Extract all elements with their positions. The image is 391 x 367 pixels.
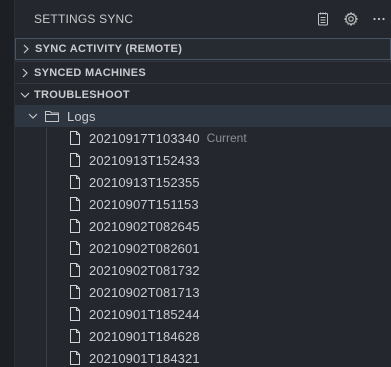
- tree-file-log[interactable]: 20210913T152355: [15, 171, 391, 193]
- section-title: TROUBLESHOOT: [34, 88, 130, 101]
- file-label: 20210913T152433: [89, 152, 200, 168]
- file-icon: [67, 284, 83, 300]
- file-label: 20210902T082601: [89, 240, 200, 256]
- chevron-down-icon: [25, 108, 41, 124]
- file-label: 20210902T082645: [89, 218, 200, 234]
- file-label: 20210902T081732: [89, 262, 200, 278]
- section-synced-machines[interactable]: SYNCED MACHINES: [15, 61, 391, 83]
- section-title: SYNCED MACHINES: [34, 66, 147, 79]
- tree-file-log[interactable]: 20210913T152433: [15, 149, 391, 171]
- tree-file-log[interactable]: 20210902T082601: [15, 237, 391, 259]
- gear-icon: [343, 11, 359, 27]
- section-title: SYNC ACTIVITY (REMOTE): [35, 43, 183, 55]
- activity-bar-edge: [0, 0, 15, 367]
- file-icon: [67, 350, 83, 366]
- more-actions-button[interactable]: [367, 7, 391, 31]
- section-sync-activity-remote[interactable]: SYNC ACTIVITY (REMOTE): [15, 38, 391, 60]
- tree-file-log[interactable]: 20210901T184321: [15, 347, 391, 367]
- file-icon: [67, 218, 83, 234]
- tree-file-log[interactable]: 20210902T081732: [15, 259, 391, 281]
- file-label: 20210917T103340: [89, 130, 200, 146]
- configure-button[interactable]: [339, 7, 363, 31]
- file-label: 20210901T184321: [89, 350, 200, 366]
- view-actions: [307, 0, 391, 38]
- file-icon: [67, 240, 83, 256]
- chevron-right-icon: [18, 41, 34, 57]
- file-description: Current: [206, 131, 247, 145]
- indent-guide: [46, 128, 47, 367]
- settings-sync-view: SETTINGS SYNC SYNC ACTIVITY (REMOTE) SYN…: [15, 0, 391, 367]
- file-label: 20210907T151153: [89, 196, 199, 212]
- file-label: 20210901T185244: [89, 306, 200, 322]
- tree-folder-logs[interactable]: Logs: [15, 105, 391, 127]
- chevron-down-icon: [17, 87, 33, 103]
- folder-icon: [44, 108, 60, 124]
- folder-label: Logs: [67, 108, 96, 124]
- file-icon: [67, 152, 83, 168]
- file-icon: [67, 196, 83, 212]
- file-icon: [67, 130, 83, 146]
- file-icon: [67, 328, 83, 344]
- file-icon: [67, 306, 83, 322]
- tree-file-log[interactable]: 20210902T081713: [15, 281, 391, 303]
- chevron-right-icon: [17, 65, 33, 81]
- show-synced-data-button[interactable]: [311, 7, 335, 31]
- file-label: 20210913T152355: [89, 174, 200, 190]
- tree-file-log[interactable]: 20210917T103340 Current: [15, 127, 391, 149]
- ellipsis-icon: [371, 11, 387, 27]
- tree-file-log[interactable]: 20210901T185244: [15, 303, 391, 325]
- view-title: SETTINGS SYNC: [34, 12, 134, 26]
- file-label: 20210901T184628: [89, 328, 200, 344]
- tree-file-log[interactable]: 20210902T082645: [15, 215, 391, 237]
- section-troubleshoot[interactable]: TROUBLESHOOT: [15, 83, 391, 105]
- file-icon: [67, 262, 83, 278]
- view-header: SETTINGS SYNC: [15, 0, 391, 38]
- troubleshoot-tree: Logs 20210917T103340 Current 20210913T15…: [15, 105, 391, 367]
- tree-file-log[interactable]: 20210907T151153: [15, 193, 391, 215]
- tree-file-log[interactable]: 20210901T184628: [15, 325, 391, 347]
- notebook-icon: [315, 11, 331, 27]
- file-label: 20210902T081713: [89, 284, 200, 300]
- file-icon: [67, 174, 83, 190]
